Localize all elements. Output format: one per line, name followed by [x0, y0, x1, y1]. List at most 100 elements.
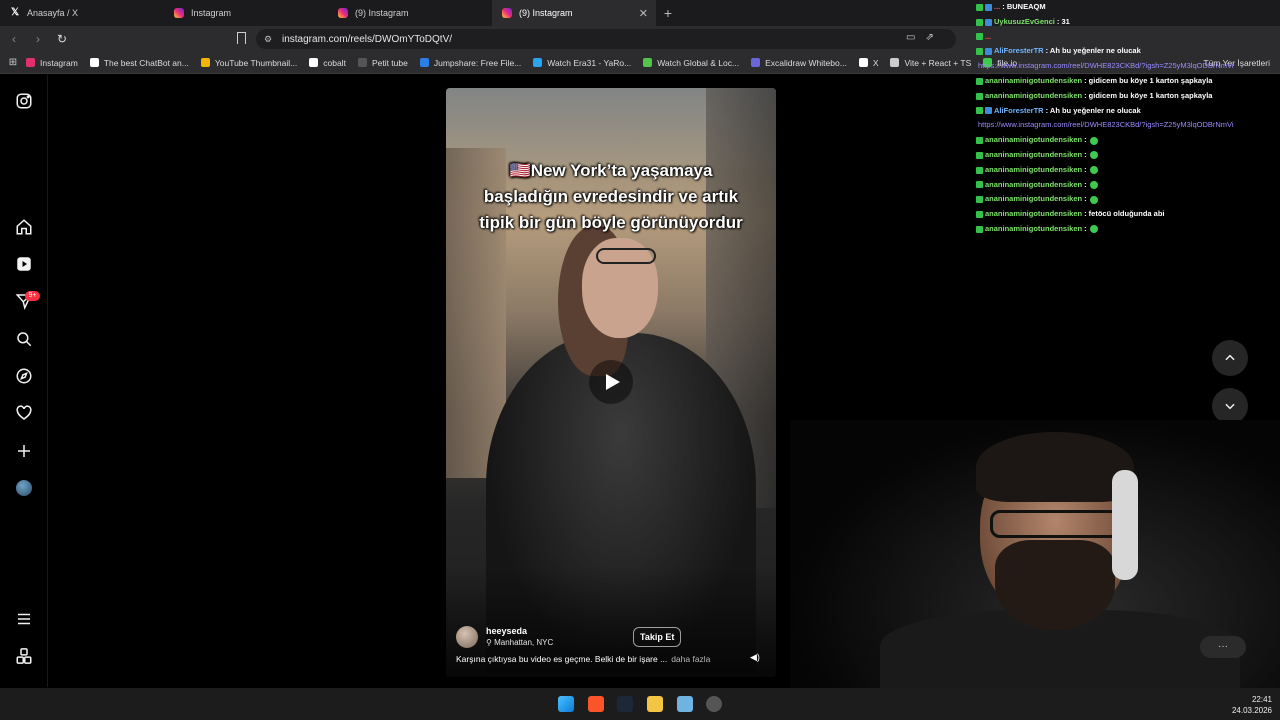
stream-chat-overlay: ...: BUNEAQM UykusuzEvGenci: 31 ... AliF… [976, 0, 1276, 234]
bookmark-item[interactable]: Vite + React + TS [890, 58, 971, 68]
start-menu-icon[interactable] [558, 696, 574, 712]
reels-icon[interactable] [15, 255, 33, 273]
headset [1112, 470, 1138, 580]
chat-username: ananinaminigotundensiken [985, 194, 1083, 204]
bookmark-label: cobalt [323, 57, 346, 68]
forward-icon[interactable]: › [28, 32, 48, 46]
bookmark-label: YouTube Thumbnail... [214, 57, 298, 68]
chat-message: ananinaminigotundensiken: [976, 163, 1276, 178]
menu-icon[interactable] [15, 610, 33, 628]
chat-link-text[interactable]: https://www.instagram.com/reel/DWHE823CK… [978, 118, 1234, 133]
bookmark-label: Watch Era31 - YaRo... [547, 57, 632, 68]
emote-icon [1089, 136, 1098, 145]
description-text: Karşına çıktıysa bu video es geçme. Belk… [456, 654, 668, 664]
bookmark-item[interactable]: The best ChatBot an... [89, 58, 189, 68]
bookmark-item[interactable]: Excalidraw Whitebo... [751, 58, 847, 68]
badge-icon [976, 166, 983, 174]
heart-icon[interactable] [15, 404, 33, 422]
bookmark-item[interactable]: Watch Era31 - YaRo... [533, 58, 631, 68]
apps-grid-icon[interactable]: ⊞ [0, 57, 26, 68]
reel-video[interactable]: 🇺🇸New York’ta yaşamaya başladığın evrede… [446, 88, 776, 677]
notification-badge: 9+ [25, 291, 40, 301]
chat-message: ananinaminigotundensiken: gidicem bu köy… [976, 74, 1276, 89]
site-settings-icon[interactable]: ⚙ [264, 34, 272, 45]
profile-avatar[interactable] [16, 480, 32, 496]
chat-text: : [1084, 164, 1087, 174]
bookmark-item[interactable]: Instagram [26, 58, 78, 68]
bookmark-item[interactable]: Petit tube [357, 58, 408, 68]
follow-button[interactable]: Takip Et [633, 627, 682, 647]
x-logo-icon: 𝕏 [10, 7, 20, 18]
chat-username: ananinaminigotundensiken [985, 135, 1083, 145]
emote-icon [1089, 166, 1098, 175]
chat-username: ananinaminigotundensiken [985, 209, 1083, 219]
chat-link-text[interactable]: https://www.instagram.com/reel/DWHE823CK… [978, 59, 1234, 74]
cast-icon[interactable]: ▭ [906, 32, 915, 43]
chat-message: ... [976, 30, 1276, 45]
badge-icon [976, 151, 983, 159]
create-plus-icon[interactable] [15, 442, 33, 460]
bookmark-favicon [751, 58, 761, 67]
author-location[interactable]: ⚲ Manhattan, NYC [486, 638, 553, 647]
previous-reel-button[interactable] [1212, 340, 1248, 376]
explore-icon[interactable] [15, 367, 33, 385]
system-clock[interactable]: 22:41 24.03.2026 [1232, 694, 1272, 716]
bookmark-item[interactable]: X [858, 57, 879, 68]
emote-icon [1089, 151, 1098, 160]
author-avatar[interactable] [456, 626, 478, 648]
instagram-logo-icon[interactable] [15, 92, 33, 110]
url-text: instagram.com/reels/DWOmYToDQtV/ [282, 33, 453, 45]
next-reel-button[interactable] [1212, 388, 1248, 424]
play-button[interactable] [589, 360, 633, 404]
badge-icon [976, 225, 983, 233]
brave-browser-icon[interactable] [588, 696, 604, 712]
tab-instagram-1[interactable]: Instagram [164, 0, 328, 26]
tab-x-home[interactable]: 𝕏 Anasayfa / X [0, 0, 164, 26]
tab-title: Instagram [191, 8, 232, 18]
chat-text: : gidicem bu köye 1 karton şapkayla [1084, 90, 1213, 100]
bookmark-item[interactable]: Watch Global & Loc... [643, 58, 739, 68]
new-tab-button[interactable]: + [656, 0, 680, 26]
author-username[interactable]: heeyseda [486, 626, 527, 636]
bookmark-label: Jumpshare: Free File... [433, 57, 522, 68]
location-label: Manhattan, NYC [494, 638, 554, 647]
chat-link[interactable]: https://www.instagram.com/reel/DWHE823CK… [976, 59, 1276, 74]
address-bar[interactable]: ⚙ instagram.com/reels/DWOmYToDQtV/ [256, 29, 956, 49]
steam-icon[interactable] [617, 696, 633, 712]
chat-username: ananinaminigotundensiken [985, 164, 1083, 174]
photos-app-icon[interactable] [677, 696, 693, 712]
badge-icon [976, 137, 983, 145]
chevron-down-icon [1225, 403, 1235, 410]
volume-icon[interactable]: ◀) [750, 652, 760, 663]
badge-icon [976, 181, 983, 189]
more-options-icon[interactable]: ··· [1200, 636, 1246, 658]
bookmark-icon[interactable] [237, 32, 246, 44]
tab-instagram-active[interactable]: (9) Instagram ✕ [492, 0, 656, 26]
emote-icon [1089, 180, 1098, 189]
bookmark-item[interactable]: Jumpshare: Free File... [419, 57, 522, 68]
bookmark-item[interactable]: cobalt [309, 58, 346, 68]
search-icon[interactable] [15, 330, 33, 348]
back-icon[interactable]: ‹ [4, 32, 24, 46]
also-from-meta-icon[interactable] [15, 647, 33, 665]
reload-icon[interactable]: ↻ [52, 32, 72, 46]
bookmark-favicon [419, 58, 429, 67]
share-icon[interactable]: ⇗ [925, 32, 933, 43]
chat-username: AliForesterTR [994, 46, 1044, 56]
close-tab-icon[interactable]: ✕ [639, 7, 648, 20]
chat-username: ananinaminigotundensiken [985, 149, 1083, 159]
instagram-sidebar: 9+ [0, 75, 48, 687]
home-icon[interactable] [15, 218, 33, 236]
chat-link[interactable]: https://www.instagram.com/reel/DWHE823CK… [976, 118, 1276, 133]
bookmark-label: X [872, 57, 879, 68]
video-frame [596, 248, 656, 264]
chat-message: ananinaminigotundensiken: [976, 192, 1276, 207]
badge-icon [976, 33, 983, 41]
bookmark-item[interactable]: YouTube Thumbnail... [200, 57, 298, 68]
tab-instagram-2[interactable]: (9) Instagram [328, 0, 492, 26]
file-explorer-icon[interactable] [647, 696, 663, 712]
more-link[interactable]: daha fazla [671, 654, 710, 664]
obs-icon[interactable] [706, 696, 722, 712]
bookmark-label: Watch Global & Loc... [657, 57, 740, 68]
chat-message: ...: BUNEAQM [976, 0, 1276, 15]
